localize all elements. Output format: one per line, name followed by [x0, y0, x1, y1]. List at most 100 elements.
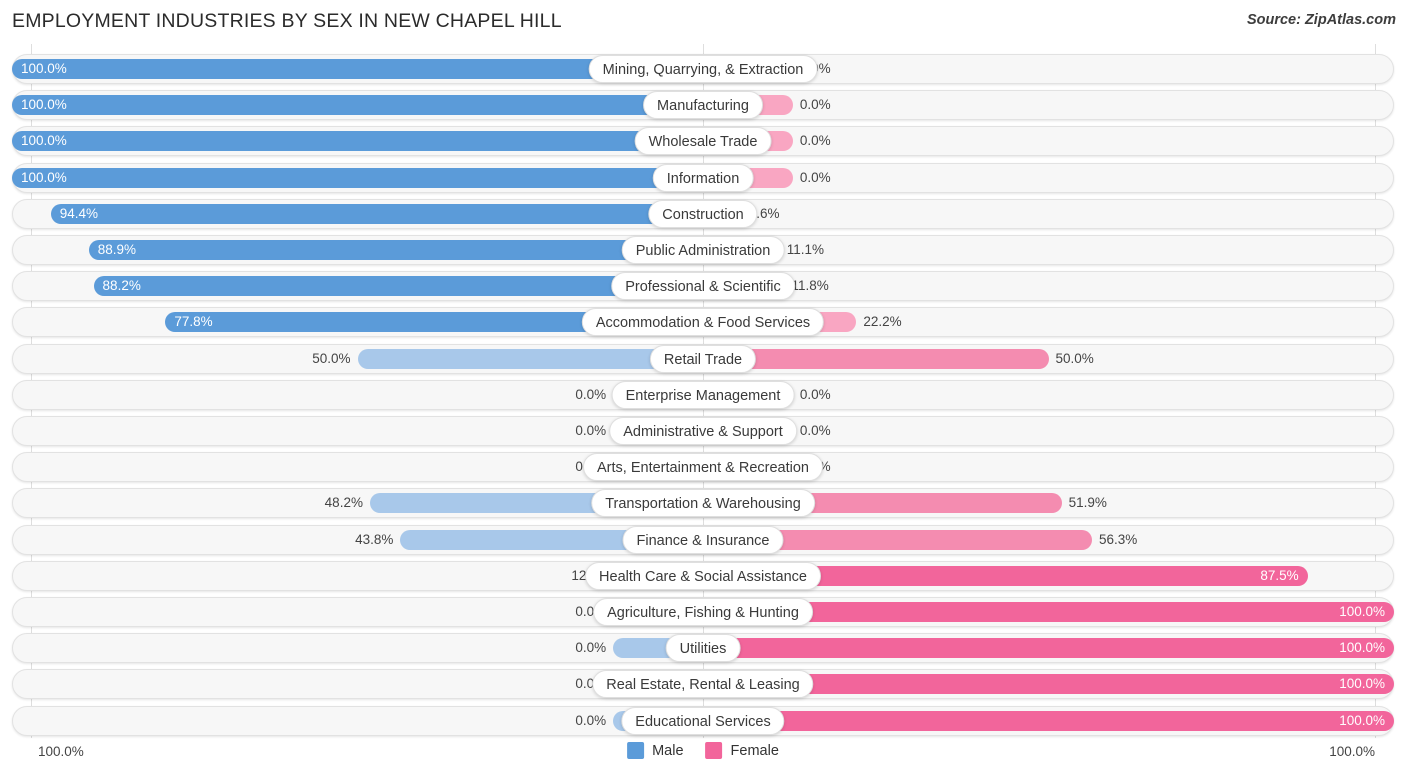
legend-item-male[interactable]: Male: [627, 742, 684, 759]
table-row[interactable]: 77.8% 22.2% Accommodation & Food Services: [12, 307, 1394, 338]
male-value-label: 94.4%: [59, 205, 98, 221]
female-value-label: 0.0%: [799, 423, 831, 438]
legend-swatch-female-icon: [705, 742, 723, 759]
table-row[interactable]: 0.0% 100.0% Utilities: [12, 633, 1394, 664]
male-half: 43.8%: [12, 529, 703, 550]
female-value-label: 56.3%: [1099, 531, 1138, 547]
male-value-label: 50.0%: [312, 350, 351, 366]
category-label[interactable]: Accommodation & Food Services: [581, 308, 825, 337]
male-half: 100.0%: [12, 131, 703, 152]
female-value-label: 22.2%: [863, 314, 902, 330]
female-half: 0.0%: [703, 421, 1394, 441]
category-label[interactable]: Health Care & Social Assistance: [585, 561, 821, 590]
female-value-label: 11.1%: [786, 242, 824, 257]
table-row[interactable]: 88.9% 11.1% Public Administration: [12, 235, 1394, 265]
page-title: EMPLOYMENT INDUSTRIES BY SEX IN NEW CHAP…: [12, 10, 562, 32]
female-value-label: 0.0%: [799, 133, 831, 149]
female-bar[interactable]: 100.0%: [703, 638, 1394, 659]
male-half: 0.0%: [12, 421, 703, 441]
table-row[interactable]: 100.0%0.0%Mining, Quarrying, & Extractio…: [12, 54, 1394, 84]
table-row[interactable]: 43.8% 56.3% Finance & Insurance: [12, 524, 1394, 555]
male-value-label: 0.0%: [575, 423, 607, 438]
female-value-label: 50.0%: [1055, 350, 1094, 366]
male-half: 88.2%: [12, 276, 703, 297]
male-half: 100.0%: [12, 95, 703, 116]
male-value-label: 100.0%: [21, 169, 67, 185]
table-row[interactable]: 100.0% 0.0% Wholesale Trade: [12, 126, 1394, 157]
category-label[interactable]: Real Estate, Rental & Leasing: [592, 670, 814, 699]
male-half: 50.0%: [12, 348, 703, 369]
male-value-label: 100.0%: [21, 133, 67, 149]
female-bar[interactable]: 100.0%: [703, 710, 1394, 731]
female-value-label: 100.0%: [1339, 604, 1385, 619]
category-label[interactable]: Finance & Insurance: [622, 525, 784, 554]
female-value-label: 100.0%: [1339, 676, 1385, 692]
male-bar[interactable]: 94.4%: [50, 203, 703, 224]
category-label[interactable]: Wholesale Trade: [634, 127, 772, 156]
chart-rows: 100.0% 0.0% Mining, Quarrying, & Extractio…: [0, 44, 1406, 738]
male-value-label: 100.0%: [21, 97, 67, 113]
table-row[interactable]: 100.0% 0.0% Information: [12, 162, 1394, 193]
female-half: 0.0%: [703, 131, 1394, 152]
category-label[interactable]: Mining, Quarrying, & Extraction: [588, 55, 818, 83]
female-value-label: 0.0%: [799, 386, 831, 402]
female-half: 0.0%: [703, 167, 1394, 188]
male-value-label: 43.8%: [355, 531, 394, 547]
table-row[interactable]: 0.0% 100.0% Educational Services: [12, 705, 1394, 736]
male-value-label: 0.0%: [575, 640, 607, 656]
legend-label-male: Male: [652, 742, 684, 759]
male-value-label: 48.2%: [324, 495, 363, 511]
category-label[interactable]: Educational Services: [621, 706, 785, 735]
category-label[interactable]: Arts, Entertainment & Recreation: [583, 453, 823, 482]
category-label[interactable]: Enterprise Management: [611, 380, 795, 409]
table-row[interactable]: 50.0% 50.0% Retail Trade: [12, 343, 1394, 374]
table-row[interactable]: 94.4% 5.6% Construction: [12, 198, 1394, 229]
male-bar[interactable]: 100.0%: [12, 131, 703, 152]
chart-legend: Male Female: [627, 742, 779, 759]
table-row[interactable]: 0.0% 0.0% Administrative & Support: [12, 416, 1394, 446]
female-half: 5.6%: [703, 203, 1394, 224]
category-label[interactable]: Transportation & Warehousing: [591, 489, 815, 518]
male-bar[interactable]: 88.9%: [88, 240, 703, 260]
table-row[interactable]: 48.2% 51.9% Transportation & Warehousing: [12, 488, 1394, 519]
male-half: 0.0%: [12, 384, 703, 405]
table-row[interactable]: 88.2% 11.8% Professional & Scientific: [12, 271, 1394, 302]
female-half: 11.1%: [703, 240, 1394, 260]
male-half: 88.9%: [12, 240, 703, 260]
chart-footer: 100.0% Male Female 100.0%: [0, 738, 1406, 776]
male-bar[interactable]: 100.0%: [12, 167, 703, 188]
legend-swatch-male-icon: [627, 742, 645, 759]
category-label[interactable]: Retail Trade: [649, 344, 757, 373]
category-label[interactable]: Utilities: [665, 634, 741, 663]
male-value-label: 88.9%: [97, 242, 136, 257]
male-value-label: 77.8%: [174, 314, 213, 330]
table-row[interactable]: 0.0%0.0%Arts, Entertainment & Recreation: [12, 452, 1394, 483]
male-bar[interactable]: 100.0%: [12, 95, 703, 116]
legend-label-female: Female: [730, 742, 779, 759]
female-half: 0.0%: [703, 95, 1394, 116]
category-label[interactable]: Information: [652, 163, 754, 192]
table-row[interactable]: 0.0% 0.0% Enterprise Management: [12, 379, 1394, 410]
table-row[interactable]: 100.0% 0.0% Manufacturing: [12, 90, 1394, 121]
table-row[interactable]: 12.5%87.5%Health Care & Social Assistanc…: [12, 560, 1394, 591]
category-label[interactable]: Manufacturing: [643, 91, 763, 120]
category-label[interactable]: Construction: [648, 199, 758, 228]
female-half: 100.0%: [703, 710, 1394, 731]
female-value-label: 11.8%: [791, 278, 829, 294]
female-value-label: 0.0%: [799, 169, 831, 185]
category-label[interactable]: Professional & Scientific: [611, 272, 795, 301]
table-row[interactable]: 0.0% 100.0% Real Estate, Rental & Leasing: [12, 669, 1394, 700]
category-label[interactable]: Administrative & Support: [609, 417, 797, 445]
female-value-label: 87.5%: [1260, 567, 1299, 583]
category-label[interactable]: Agriculture, Fishing & Hunting: [593, 598, 813, 626]
chart-plot-area: 100.0% 0.0% Mining, Quarrying, & Extractio…: [0, 44, 1406, 738]
male-value-label: 88.2%: [102, 278, 141, 294]
female-value-label: 0.0%: [799, 97, 831, 113]
axis-label-left: 100.0%: [38, 744, 84, 759]
table-row[interactable]: 0.0% 100.0% Agriculture, Fishing & Hunting: [12, 597, 1394, 627]
legend-item-female[interactable]: Female: [705, 742, 779, 759]
male-value-label: 100.0%: [21, 61, 67, 76]
source-label: Source: ZipAtlas.com: [1246, 12, 1396, 28]
female-half: 50.0%: [703, 348, 1394, 369]
category-label[interactable]: Public Administration: [621, 236, 785, 264]
